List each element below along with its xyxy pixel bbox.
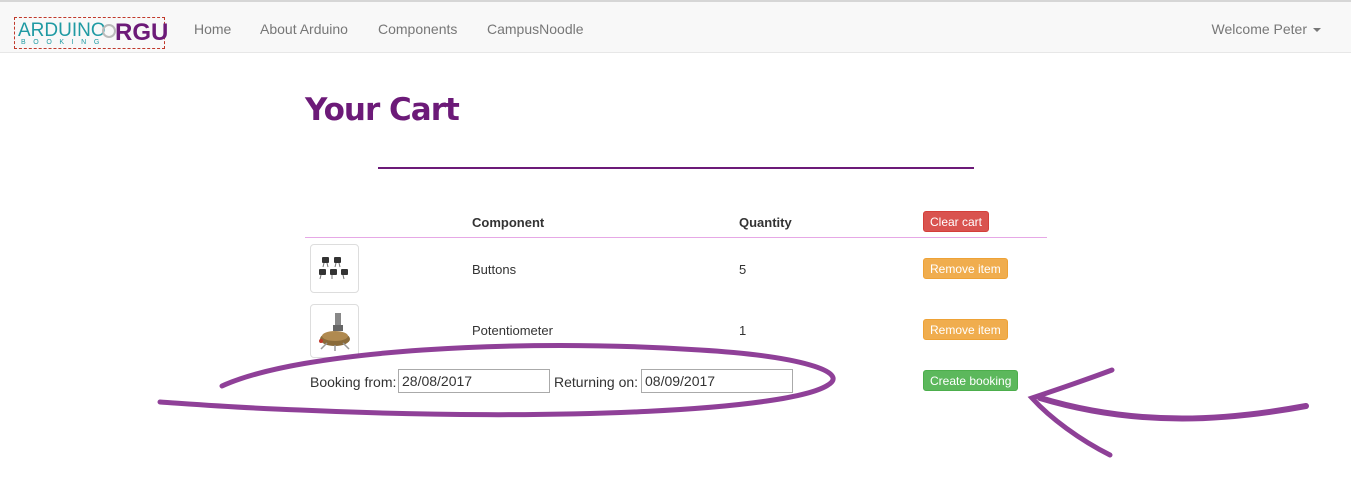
booking-from-label: Booking from: [310, 374, 397, 390]
returning-on-label: Returning on: [554, 374, 639, 390]
potentiometer-image [319, 313, 350, 351]
nav-home[interactable]: Home [194, 21, 231, 37]
booking-from-input[interactable] [398, 369, 550, 393]
item-name-potentiometer: Potentiometer [472, 323, 553, 338]
item-quantity-potentiometer: 1 [739, 323, 747, 338]
logo-ring-icon [102, 24, 116, 38]
returning-on-input[interactable] [641, 369, 793, 393]
title-divider [378, 167, 974, 169]
remove-item-button-potentiometer[interactable]: Remove item [923, 319, 1008, 340]
user-menu[interactable]: Welcome Peter [1212, 21, 1321, 37]
nav-components[interactable]: Components [378, 21, 457, 37]
annotation-arrow-shaft [1037, 395, 1309, 422]
user-menu-label: Welcome Peter [1211, 21, 1307, 37]
annotation-overlay [157, 343, 1309, 458]
top-navbar: ARDUINO BOOKING RGU Home About Arduino C… [0, 0, 1351, 53]
column-header-quantity: Quantity [739, 215, 792, 230]
caret-down-icon [1313, 28, 1321, 33]
item-quantity-buttons: 5 [739, 262, 747, 277]
page-title: Your Cart [305, 92, 460, 128]
buttons-thumbnail [310, 244, 359, 293]
table-header-divider [305, 237, 1047, 238]
create-booking-button[interactable]: Create booking [923, 370, 1019, 391]
logo-rgu-text: RGU [115, 19, 169, 46]
potentiometer-thumbnail [310, 304, 359, 358]
nav-about-arduino[interactable]: About Arduino [260, 21, 348, 37]
site-logo[interactable]: ARDUINO BOOKING RGU [14, 17, 169, 49]
annotation-arrow-head [1027, 367, 1115, 458]
nav-campusnoodle[interactable]: CampusNoodle [487, 21, 584, 37]
buttons-image [319, 257, 348, 280]
logo-booking-text: BOOKING [21, 39, 107, 46]
remove-item-button-buttons[interactable]: Remove item [923, 258, 1008, 279]
item-name-buttons: Buttons [472, 262, 517, 277]
clear-cart-button[interactable]: Clear cart [923, 211, 990, 232]
column-header-component: Component [472, 215, 545, 230]
